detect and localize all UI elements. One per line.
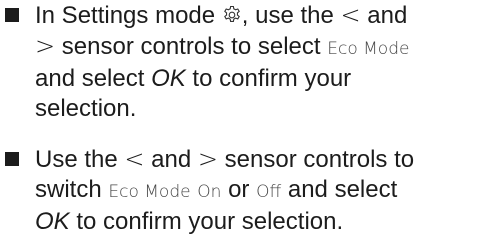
display-text-eco-mode: Eco Mode: [327, 39, 410, 59]
display-text-on: On: [197, 182, 222, 202]
step-text: and: [144, 146, 198, 173]
bullet-square-icon: [5, 152, 19, 166]
greater-than-symbol: >: [197, 145, 218, 173]
ok-label: OK: [35, 208, 70, 235]
step-text: or: [221, 176, 257, 203]
step-text: In Settings mode: [35, 2, 222, 29]
step-text: and: [360, 2, 408, 29]
instructions-document: In Settings mode , use the < and > senso…: [0, 0, 486, 240]
ok-label: OK: [151, 65, 186, 92]
step-text: sensor controls to select: [55, 33, 328, 60]
instruction-step-eco-mode-select: In Settings mode , use the < and > senso…: [0, 0, 486, 124]
step-text: to confirm your: [185, 65, 352, 92]
step-text: , use the: [241, 2, 341, 29]
less-than-symbol: <: [340, 1, 361, 29]
bullet-square-icon: [5, 8, 19, 22]
step-text: switch: [35, 176, 109, 203]
display-text-eco-mode: Eco Mode: [108, 182, 191, 202]
step-text: sensor controls to: [218, 146, 415, 173]
instruction-list: In Settings mode , use the < and > senso…: [0, 0, 486, 237]
less-than-symbol: <: [124, 145, 145, 173]
gear-icon: [222, 5, 242, 25]
greater-than-symbol: >: [35, 32, 56, 60]
instruction-step-eco-mode-toggle: Use the < and > sensor controls to switc…: [0, 144, 486, 237]
step-text: and select: [35, 65, 152, 92]
step-text: selection.: [35, 95, 137, 122]
step-text: and select: [281, 176, 398, 203]
step-text: to confirm your selection.: [69, 208, 344, 235]
display-text-off: Off: [256, 182, 282, 202]
step-text: Use the: [35, 146, 125, 173]
